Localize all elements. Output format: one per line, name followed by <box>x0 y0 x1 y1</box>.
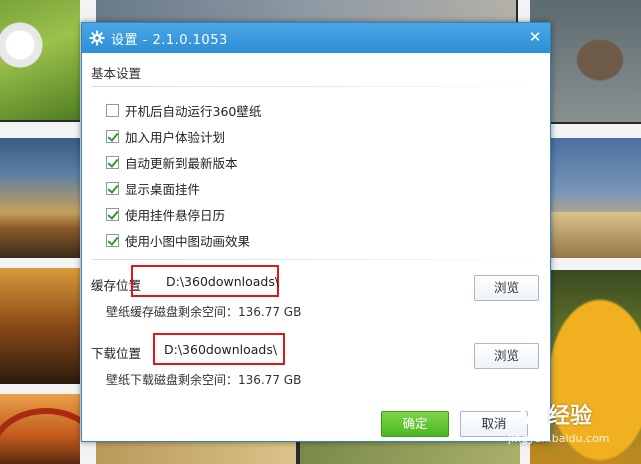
gear-icon <box>89 30 105 46</box>
download-browse-button[interactable]: 浏览 <box>474 343 539 369</box>
wallpaper-thumb-bottom[interactable] <box>96 440 296 464</box>
baidu-paw-icon <box>516 398 546 428</box>
watermark-text: 经验 <box>548 404 593 429</box>
watermark: 经验 jingyan.baidu.com <box>508 398 638 458</box>
download-path-value: D:\360downloads\ <box>164 341 278 357</box>
option-hover-calendar[interactable]: 使用挂件悬停日历 <box>106 201 261 227</box>
divider <box>92 259 540 260</box>
divider <box>92 86 540 87</box>
option-autostart[interactable]: 开机后自动运行360壁纸 <box>106 97 261 123</box>
thumb-animation-checkbox[interactable] <box>106 233 119 247</box>
close-icon[interactable]: ✕ <box>526 28 544 46</box>
auto-update-checkbox[interactable] <box>106 155 119 169</box>
cache-path-field[interactable]: D:\360downloads\ <box>131 265 279 297</box>
watermark-url: jingyan.baidu.com <box>508 432 610 445</box>
autostart-checkbox[interactable] <box>106 103 119 117</box>
download-path-field[interactable]: D:\360downloads\ <box>153 333 285 365</box>
wallpaper-thumb-trees[interactable] <box>0 268 80 384</box>
thumb-animation-label: 使用小图中图动画效果 <box>125 233 251 249</box>
wallpaper-thumb-sky[interactable] <box>0 138 80 258</box>
download-location-label: 下载位置 <box>91 346 142 361</box>
hover-calendar-label: 使用挂件悬停日历 <box>125 207 226 223</box>
dialog-titlebar[interactable]: 设置 - 2.1.0.1053 ✕ <box>82 23 550 53</box>
ux-plan-checkbox[interactable] <box>106 129 119 143</box>
wallpaper-thumb-top[interactable] <box>96 0 516 22</box>
hover-calendar-checkbox[interactable] <box>106 207 119 221</box>
desktop-widget-label: 显示桌面挂件 <box>125 181 201 197</box>
option-desktop-widget[interactable]: 显示桌面挂件 <box>106 175 261 201</box>
auto-update-label: 自动更新到最新版本 <box>125 155 238 171</box>
option-auto-update[interactable]: 自动更新到最新版本 <box>106 149 261 175</box>
cache-browse-button[interactable]: 浏览 <box>474 275 539 301</box>
cache-space-text: 壁纸缓存磁盘剩余空间：136.77 GB <box>106 305 302 319</box>
dialog-title: 设置 - 2.1.0.1053 <box>111 32 228 48</box>
desktop-widget-checkbox[interactable] <box>106 181 119 195</box>
ok-button[interactable]: 确定 <box>381 411 449 437</box>
option-thumb-animation[interactable]: 使用小图中图动画效果 <box>106 227 261 253</box>
wallpaper-thumb-bridge[interactable] <box>0 394 80 464</box>
ux-plan-label: 加入用户体验计划 <box>125 129 226 145</box>
settings-dialog: 设置 - 2.1.0.1053 ✕ 基本设置 开机后自动运行360壁纸 加入用户… <box>81 22 551 442</box>
option-ux-plan[interactable]: 加入用户体验计划 <box>106 123 261 149</box>
section-title-basic: 基本设置 <box>91 66 142 81</box>
cache-path-value: D:\360downloads\ <box>166 273 280 289</box>
wallpaper-thumb-bottom-2[interactable] <box>300 440 520 464</box>
wallpaper-thumb-dandelion[interactable] <box>0 0 80 120</box>
download-space-text: 壁纸下载磁盘剩余空间：136.77 GB <box>106 373 302 387</box>
options-list: 开机后自动运行360壁纸 加入用户体验计划 自动更新到最新版本 显示桌面挂件 使… <box>106 97 261 253</box>
autostart-label: 开机后自动运行360壁纸 <box>125 103 262 119</box>
